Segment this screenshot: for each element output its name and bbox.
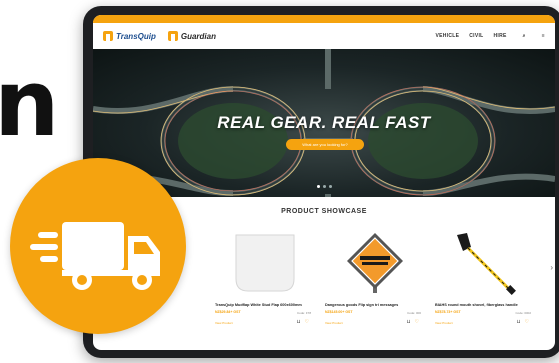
cart-icon[interactable]: ⊔ [517,319,521,325]
product-actions: ⊔ ♡ [517,319,529,325]
delivery-truck-icon [30,222,160,290]
flip-sign-icon [347,233,403,293]
cart-icon[interactable]: ⊔ [407,319,411,325]
product-card[interactable]: TransQuip Mudflap White Stud Flap 600x60… [215,227,315,337]
main-navigation: TransQuip Guardian VEHICLE CIVIL HIRE ⌕ … [93,23,555,49]
top-utility-bar [93,15,555,23]
slider-dot[interactable] [329,185,332,188]
product-sku: Code: F78 [296,311,311,315]
wishlist-icon[interactable]: ♡ [305,319,309,325]
product-name[interactable]: TransQuip Mudflap White Stud Flap 600x60… [215,303,315,307]
transquip-logo[interactable]: TransQuip [103,31,156,41]
nav-links: VEHICLE CIVIL HIRE ⌕ ≡ [435,33,545,39]
product-view-link[interactable]: View Product [435,321,453,325]
hero-slider-dots[interactable] [317,185,332,188]
nav-link-hire[interactable]: HIRE [494,33,507,39]
transquip-logo-icon [103,31,113,41]
product-actions: ⊔ ♡ [297,319,309,325]
delivery-truck-badge [10,158,186,334]
nav-link-vehicle[interactable]: VEHICLE [435,33,459,39]
brand-name-transquip: TransQuip [116,31,156,41]
nav-link-civil[interactable]: CIVIL [469,33,483,39]
menu-icon[interactable]: ≡ [542,33,545,39]
product-sku: Code: 000 [407,311,421,315]
guardian-logo[interactable]: Guardian [167,31,216,41]
product-view-link[interactable]: View Product [215,321,233,325]
product-image-mudflap[interactable] [223,227,307,299]
product-sku: Code: 0002 [515,311,531,315]
product-image-shovel[interactable] [443,227,527,299]
cart-icon[interactable]: ⊔ [297,319,301,325]
product-name[interactable]: BIAHS round mouth shovel, fiberglass han… [435,303,535,307]
product-view-link[interactable]: View Product [325,321,343,325]
product-price: NZ$78.73+ GST [435,310,461,314]
product-image-flip-sign[interactable] [333,227,417,299]
product-actions: ⊔ ♡ [407,319,419,325]
search-icon[interactable]: ⌕ [523,33,526,39]
shovel-icon [457,233,516,295]
brand-name-guardian: Guardian [180,31,216,41]
product-price: NZ$145.00+ GST [325,310,353,314]
carousel-next-icon[interactable]: › [550,263,553,272]
product-card[interactable]: Dangerous goods Flip sign tri messages N… [325,227,425,337]
slider-dot[interactable] [323,185,326,188]
wishlist-icon[interactable]: ♡ [415,319,419,325]
hero-search-button[interactable]: What are you looking for? [286,139,364,150]
mudflap-icon [235,234,295,292]
product-name[interactable]: Dangerous goods Flip sign tri messages [325,303,425,307]
product-price: NZ$29.84+ GST [215,310,241,314]
guardian-logo-icon [167,31,178,41]
product-card[interactable]: BIAHS round mouth shovel, fiberglass han… [435,227,535,337]
side-heading-letter: n [0,50,60,157]
promo-stage: n TransQuip Guardian VEHICLE CIVIL HIRE … [0,0,559,363]
wishlist-icon[interactable]: ♡ [525,319,529,325]
slider-dot-active[interactable] [317,185,320,188]
hero-title: REAL GEAR. REAL FAST [217,113,431,132]
